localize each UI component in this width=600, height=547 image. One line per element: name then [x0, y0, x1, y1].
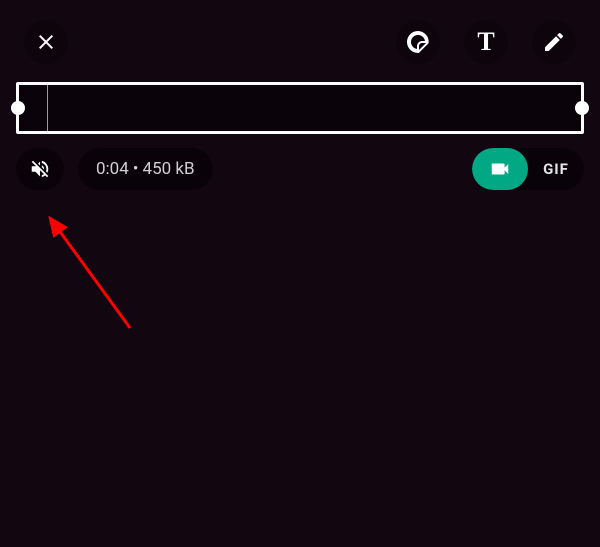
top-left-actions [24, 20, 68, 64]
close-button[interactable] [24, 20, 68, 64]
media-info-row: 0:04 • 450 kB GIF [0, 148, 600, 190]
trimmer-frame-marker [47, 85, 48, 131]
video-camera-icon [489, 158, 511, 180]
toggle-video[interactable] [472, 148, 528, 190]
media-info-pill: 0:04 • 450 kB [78, 148, 213, 190]
toggle-gif[interactable]: GIF [528, 148, 584, 190]
draw-tool-button[interactable] [532, 20, 576, 64]
media-duration: 0:04 [96, 159, 129, 179]
text-tool-icon: T [477, 27, 494, 57]
trimmer-handle-start[interactable] [11, 101, 25, 115]
gif-label: GIF [543, 160, 569, 178]
video-trimmer[interactable] [16, 82, 584, 134]
info-separator: • [133, 159, 139, 179]
media-size: 450 kB [143, 159, 195, 179]
top-right-tools: T [396, 20, 576, 64]
trimmer-handle-end[interactable] [575, 101, 589, 115]
annotation-arrow [30, 208, 150, 348]
sticker-icon [406, 30, 430, 54]
pencil-icon [542, 30, 566, 54]
editor-top-bar: T [0, 0, 600, 74]
text-tool-button[interactable]: T [464, 20, 508, 64]
video-gif-toggle[interactable]: GIF [472, 148, 584, 190]
volume-off-icon [29, 158, 51, 180]
mute-button[interactable] [16, 148, 64, 190]
sticker-button[interactable] [396, 20, 440, 64]
close-icon [34, 30, 58, 54]
